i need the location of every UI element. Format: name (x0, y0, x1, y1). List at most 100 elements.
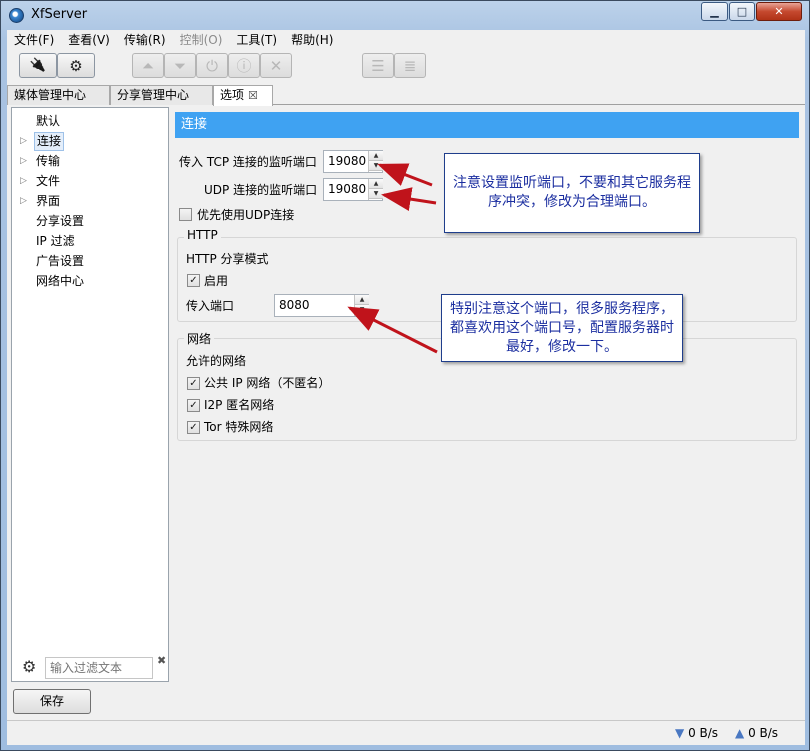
section-header: 连接 (175, 112, 799, 138)
checkmark-icon: ✓ (189, 275, 198, 286)
tab-media-center[interactable]: 媒体管理中心 (7, 85, 110, 105)
http-enable-checkbox[interactable]: ✓ (187, 274, 200, 287)
i2p-label: I2P 匿名网络 (204, 398, 275, 412)
detail-view-button[interactable]: ≣ (394, 53, 426, 78)
list-view-button[interactable]: ☰ (362, 53, 394, 78)
move-down-button[interactable]: ⏷ (164, 53, 196, 78)
tree-item-label: 传输 (36, 154, 61, 168)
power-button[interactable]: ⏻ (196, 53, 228, 78)
remove-button[interactable]: ✕ (260, 53, 292, 78)
spin-down-icon[interactable]: ▼ (369, 161, 383, 171)
maximize-icon: □ (736, 5, 748, 18)
close-icon: ✕ (774, 5, 784, 18)
menu-view[interactable]: 查看(V) (61, 30, 117, 50)
tcp-port-label: 传入 TCP 连接的监听端口 (179, 155, 317, 169)
tree-item-label: 广告设置 (36, 254, 85, 268)
download-rate-value: 0 B/s (688, 726, 719, 740)
close-button[interactable]: ✕ (756, 2, 802, 21)
tcp-port-value[interactable]: 19080 (328, 154, 366, 168)
expand-arrow-icon[interactable]: ▷ (20, 131, 27, 151)
move-down-icon: ⏷ (173, 56, 186, 75)
http-enable-label: 启用 (204, 274, 229, 288)
menu-control[interactable]: 控制(O) (173, 30, 230, 50)
public-ip-checkbox[interactable]: ✓ (187, 377, 200, 390)
spin-up-icon[interactable]: ▲ (369, 179, 383, 189)
list-icon: ☰ (371, 56, 385, 75)
http-group-title: HTTP (184, 228, 221, 242)
minimize-button[interactable]: ▁ (701, 2, 728, 21)
toolbar: 🔌 ⚙ ⏶ ⏷ ⏻ ⓘ ✕ ☰ ≣ (7, 50, 805, 84)
settings-button[interactable]: ⚙ (57, 53, 95, 78)
tree-item-network-center[interactable]: 网络中心 (12, 271, 162, 291)
menu-tools[interactable]: 工具(T) (229, 30, 284, 50)
filter-input[interactable] (45, 657, 153, 679)
tor-label: Tor 特殊网络 (204, 420, 274, 434)
move-up-button[interactable]: ⏶ (132, 53, 164, 78)
menu-file[interactable]: 文件(F) (7, 30, 61, 50)
tree-item-label: 文件 (36, 174, 61, 188)
bottom-bar: 保存 (7, 686, 805, 720)
menu-transfer[interactable]: 传输(R) (117, 30, 173, 50)
filter-gear-icon[interactable]: ⚙ (22, 657, 36, 676)
maximize-button[interactable]: □ (729, 2, 755, 21)
title-bar[interactable]: XfServer ▁ □ ✕ (1, 1, 809, 30)
tab-share-center[interactable]: 分享管理中心 (110, 85, 213, 105)
i2p-checkbox[interactable]: ✓ (187, 399, 200, 412)
tree-item-label: 界面 (36, 194, 61, 208)
tree-item-interface[interactable]: ▷ 界面 (12, 191, 162, 211)
spin-up-icon[interactable]: ▲ (369, 151, 383, 161)
annotation-text: 注意设置监听端口，不要和其它服务程序冲突，修改为合理端口。 (453, 175, 691, 210)
info-button[interactable]: ⓘ (228, 53, 260, 78)
annotation-note-http: 特别注意这个端口，很多服务程序，都喜欢用这个端口号，配置服务器时最好，修改一下。 (441, 294, 683, 362)
spin-up-icon[interactable]: ▲ (355, 295, 369, 305)
expand-arrow-icon[interactable]: ▷ (20, 191, 27, 211)
checkmark-icon: ✓ (189, 400, 198, 411)
tree-item-default[interactable]: 默认 (12, 111, 162, 131)
tree-item-connection[interactable]: ▷ 连接 (12, 131, 162, 151)
tree-item-files[interactable]: ▷ 文件 (12, 171, 162, 191)
tab-label: 选项 (220, 88, 245, 102)
spin-down-icon[interactable]: ▼ (355, 305, 369, 315)
tree-item-label: 连接 (34, 132, 65, 151)
info-icon: ⓘ (236, 57, 252, 75)
udp-port-spinner[interactable]: 19080 ▲ ▼ (323, 178, 383, 201)
expand-arrow-icon[interactable]: ▷ (20, 151, 27, 171)
tree-item-label: IP 过滤 (36, 234, 75, 248)
tab-label: 媒体管理中心 (14, 88, 87, 102)
tree-item-share-settings[interactable]: 分享设置 (12, 211, 162, 231)
tor-checkbox[interactable]: ✓ (187, 421, 200, 434)
http-port-spinner[interactable]: 8080 ▲ ▼ (274, 294, 369, 317)
tree-item-label: 默认 (36, 114, 61, 128)
checkmark-icon: ✓ (189, 378, 198, 389)
prefer-udp-label: 优先使用UDP连接 (197, 208, 295, 222)
http-port-value[interactable]: 8080 (279, 298, 310, 312)
tab-close-icon[interactable]: ☒ (248, 89, 258, 102)
detail-list-icon: ≣ (403, 56, 417, 75)
close-icon: ✕ (269, 56, 283, 75)
filter-clear-icon[interactable]: ✖ (157, 654, 166, 667)
spin-down-icon[interactable]: ▼ (369, 189, 383, 199)
tree-item-ad-settings[interactable]: 广告设置 (12, 251, 162, 271)
power-icon: ⏻ (206, 56, 218, 75)
plug-icon: 🔌 (29, 58, 47, 73)
tree-item-label: 分享设置 (36, 214, 85, 228)
move-up-icon: ⏶ (141, 56, 154, 75)
prefer-udp-checkbox[interactable] (179, 208, 192, 221)
expand-arrow-icon[interactable]: ▷ (20, 171, 27, 191)
tree-item-ip-filter[interactable]: IP 过滤 (12, 231, 162, 251)
http-mode-label: HTTP 分享模式 (186, 252, 269, 266)
http-port-label: 传入端口 (186, 299, 235, 313)
tree-item-transfer[interactable]: ▷ 传输 (12, 151, 162, 171)
tcp-port-spinner[interactable]: 19080 ▲ ▼ (323, 150, 383, 173)
options-tree: 默认 ▷ 连接 ▷ 传输 ▷ 文件 ▷ 界面 分享设置 IP 过滤 广告设置 网络中心 … (11, 107, 169, 682)
menu-help[interactable]: 帮助(H) (284, 30, 340, 50)
udp-port-value[interactable]: 19080 (328, 182, 366, 196)
tab-options[interactable]: 选项 ☒ (213, 85, 273, 106)
connect-button[interactable]: 🔌 (19, 53, 57, 78)
save-button[interactable]: 保存 (13, 689, 91, 714)
annotation-text: 特别注意这个端口，很多服务程序，都喜欢用这个端口号，配置服务器时最好，修改一下。 (450, 300, 674, 355)
minimize-icon: ▁ (710, 5, 719, 18)
udp-port-label: UDP 连接的监听端口 (204, 183, 318, 197)
upload-arrow-icon: ▲ (735, 726, 745, 740)
tree-item-label: 网络中心 (36, 274, 85, 288)
